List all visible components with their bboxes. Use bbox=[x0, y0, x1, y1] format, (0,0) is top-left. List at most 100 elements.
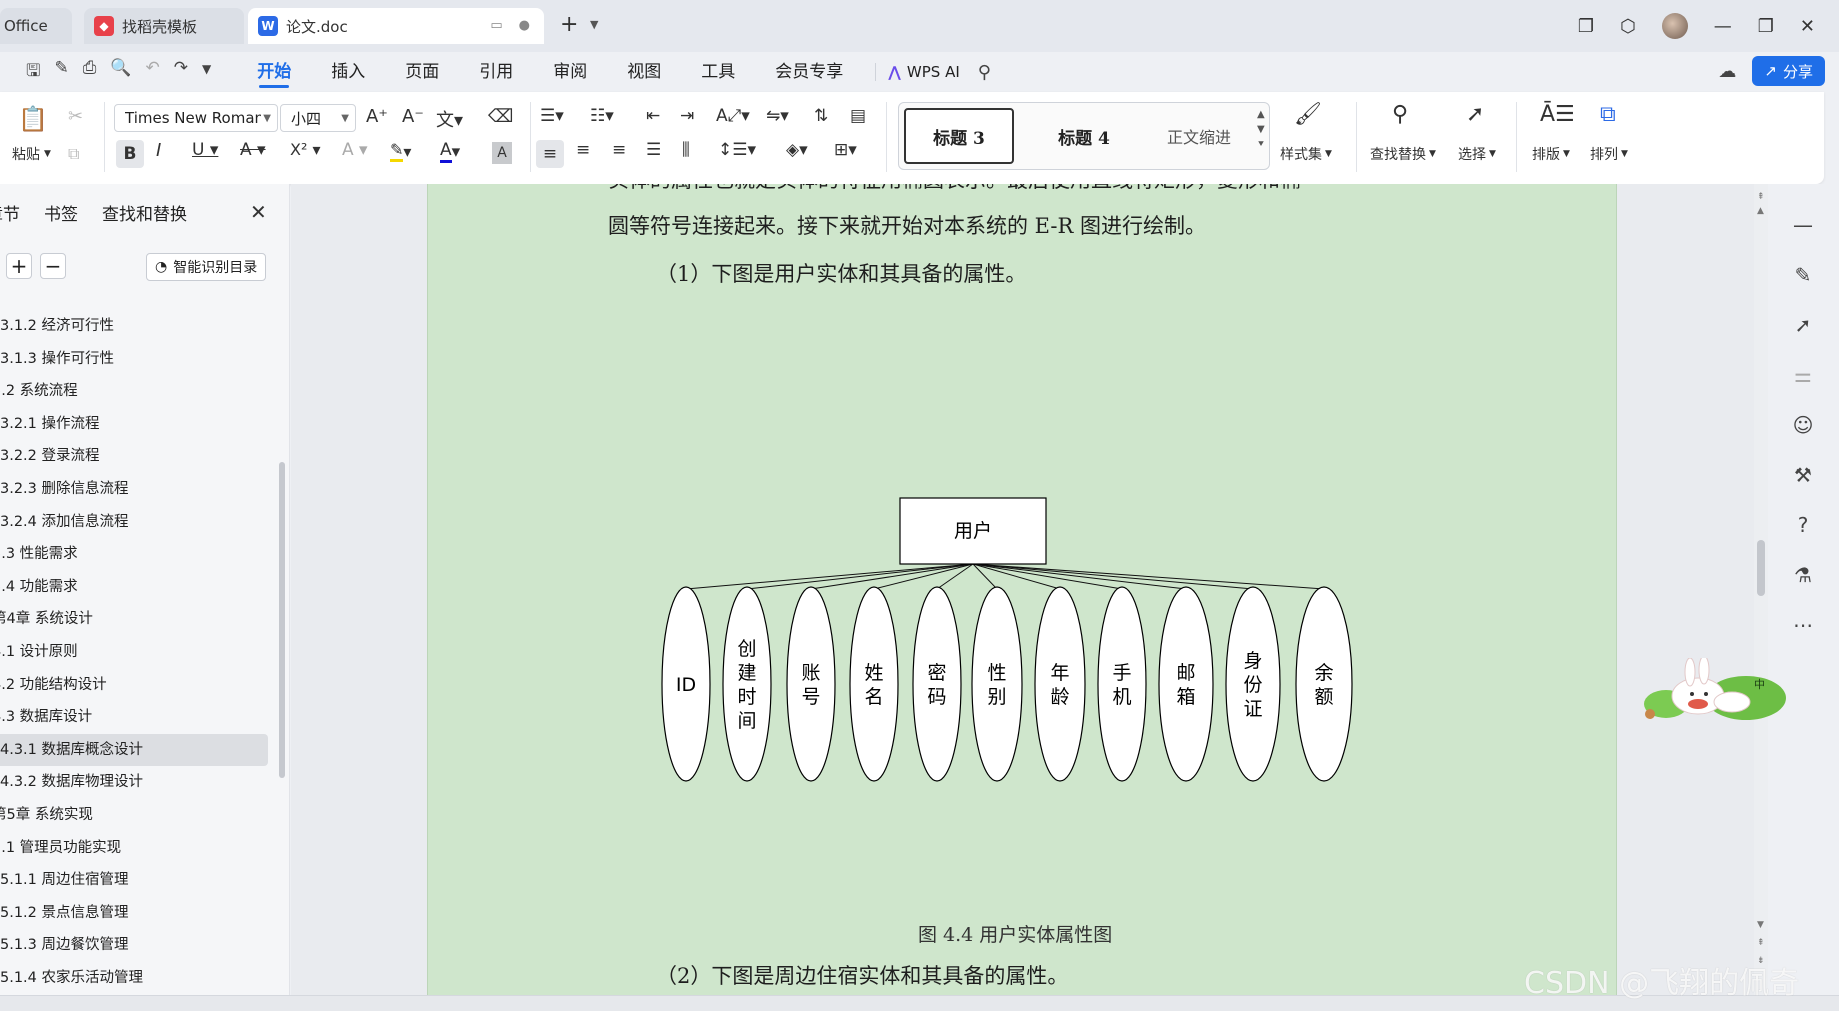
arrange-text-icon[interactable]: Ā☰ bbox=[1540, 102, 1575, 127]
style-heading-3[interactable]: 标题 3 bbox=[904, 108, 1014, 164]
window-layout-icon[interactable]: ❐ bbox=[1578, 16, 1594, 37]
clear-format-icon[interactable]: ⌫ bbox=[488, 106, 513, 127]
find-icon[interactable]: ⚲ bbox=[1392, 102, 1408, 127]
justify-button[interactable]: ☰ bbox=[646, 140, 661, 160]
more-icon[interactable]: ⋯ bbox=[1790, 600, 1816, 650]
close-icon[interactable]: ✕ bbox=[1800, 16, 1815, 37]
toc-item[interactable]: 3.2.4 添加信息流程 bbox=[0, 506, 282, 539]
toc-item[interactable]: 3.2 系统流程 bbox=[0, 375, 282, 408]
qa-more-icon[interactable]: ▼ bbox=[202, 58, 211, 87]
grow-font-icon[interactable]: A⁺ bbox=[366, 106, 388, 127]
avatar[interactable] bbox=[1661, 13, 1688, 39]
toc-item[interactable]: 4.3.1 数据库概念设计 bbox=[0, 733, 268, 767]
expand-all-button[interactable]: + bbox=[6, 253, 32, 279]
highlight-color-icon[interactable]: ✎ ▾ bbox=[390, 140, 411, 162]
tab-office[interactable]: Office bbox=[0, 8, 72, 44]
search-icon[interactable]: ⚲ bbox=[978, 62, 991, 83]
format-painter-icon[interactable]: ✎ bbox=[54, 58, 68, 87]
menu-review[interactable]: 审阅 bbox=[533, 52, 607, 92]
toc-item[interactable]: 5.1.1 周边住宿管理 bbox=[0, 864, 282, 897]
text-direction-icon[interactable]: A⤢▾ bbox=[716, 106, 750, 126]
menu-page[interactable]: 页面 bbox=[385, 52, 459, 92]
decrease-indent-icon[interactable]: ⇤ bbox=[646, 106, 660, 126]
cut-icon[interactable]: ✂ bbox=[68, 106, 83, 127]
vertical-scrollbar[interactable]: ⇞ ▲ ▼ ⇞ ⇟ bbox=[1754, 184, 1768, 995]
menu-tools[interactable]: 工具 bbox=[681, 52, 755, 92]
wps-ai-button[interactable]: ⋀ WPS AI bbox=[875, 63, 960, 81]
help-icon[interactable]: ? bbox=[1790, 500, 1816, 550]
bold-button[interactable]: B bbox=[116, 140, 144, 168]
swap-icon[interactable]: ⇋▾ bbox=[766, 106, 789, 126]
styles-down-icon[interactable]: ▼ bbox=[1257, 124, 1265, 135]
tab-bookmarks[interactable]: 书签 bbox=[44, 200, 78, 225]
increase-indent-icon[interactable]: ⇥ bbox=[680, 106, 694, 126]
pointer-icon[interactable]: ➚ bbox=[1790, 300, 1816, 350]
tab-document[interactable]: W 论文.doc ▭ ● bbox=[248, 8, 544, 44]
tools-icon[interactable]: ⚒ bbox=[1790, 450, 1816, 500]
tab-find-replace[interactable]: 查找和替换 bbox=[102, 200, 187, 225]
font-size-select[interactable]: 小四 ▼ bbox=[280, 104, 356, 132]
toc-item[interactable]: 4.3 数据库设计 bbox=[0, 701, 282, 734]
menu-insert[interactable]: 插入 bbox=[311, 52, 385, 92]
styles-up-icon[interactable]: ▲ bbox=[1257, 109, 1265, 120]
toc-item[interactable]: 3.2.2 登录流程 bbox=[0, 440, 282, 473]
undo-icon[interactable]: ↶ bbox=[146, 58, 160, 87]
underline-button[interactable]: U ▾ bbox=[192, 140, 218, 160]
find-replace-button[interactable]: 查找替换 ▼ bbox=[1370, 144, 1436, 164]
line-spacing-icon[interactable]: ↕☰▾ bbox=[718, 140, 756, 160]
toc-item[interactable]: 3.2.1 操作流程 bbox=[0, 408, 282, 441]
sort-icon[interactable]: ⇅ bbox=[814, 106, 828, 126]
toc-item[interactable]: 3.1.3 操作可行性 bbox=[0, 343, 282, 376]
collapse-sidebar-icon[interactable]: — bbox=[1790, 200, 1816, 250]
tab-template[interactable]: ◆ 找稻壳模板 bbox=[84, 8, 244, 44]
strikethrough-button[interactable]: A ▾ bbox=[240, 140, 266, 160]
char-shading-icon[interactable]: A bbox=[492, 142, 512, 164]
shading-icon[interactable]: ◈▾ bbox=[786, 140, 808, 160]
tab-chapters[interactable]: 章节 bbox=[0, 200, 20, 225]
scroll-down-arrow-icon[interactable]: ▼ bbox=[1757, 920, 1764, 930]
menu-references[interactable]: 引用 bbox=[459, 52, 533, 92]
scroll-up-arrow-icon[interactable]: ▲ bbox=[1757, 206, 1764, 216]
font-color-icon[interactable]: A ▾ bbox=[440, 140, 460, 163]
style-heading-4[interactable]: 标题 4 bbox=[1029, 108, 1139, 164]
pen-edit-icon[interactable]: ✎ bbox=[1790, 250, 1816, 300]
paste-button[interactable]: 粘贴 ▼ bbox=[12, 144, 51, 164]
scroll-up-icon[interactable]: ⇞ bbox=[1757, 192, 1765, 202]
font-name-select[interactable]: Times New Roman ▼ bbox=[114, 104, 278, 132]
scroll-thumb[interactable] bbox=[1757, 540, 1765, 596]
ai-face-icon[interactable]: ☺ bbox=[1790, 400, 1816, 450]
cloud-icon[interactable]: ☁ bbox=[1718, 61, 1736, 82]
monitor-icon[interactable]: ▭ bbox=[490, 18, 502, 33]
toc-item[interactable]: 第4章 系统设计 bbox=[0, 603, 282, 636]
document-canvas[interactable]: 实体的属性也就是实体的特征用椭圆表示。最后使用直线将矩形，菱形和椭 圆等符号连接… bbox=[291, 184, 1754, 995]
menu-member[interactable]: 会员专享 bbox=[755, 52, 863, 92]
text-effect-icon[interactable]: A ▾ bbox=[342, 140, 368, 160]
collapse-all-button[interactable]: − bbox=[40, 253, 66, 279]
toc-item[interactable]: 4.1 设计原则 bbox=[0, 636, 282, 669]
print-preview-icon[interactable]: 🔍 bbox=[110, 58, 131, 87]
select-button[interactable]: 选择 ▼ bbox=[1458, 144, 1496, 164]
adjust-sliders-icon[interactable]: ⚌ bbox=[1790, 350, 1816, 400]
align-left-button[interactable]: ≡ bbox=[536, 140, 564, 168]
ruler-icon[interactable]: ▤ bbox=[850, 106, 866, 126]
print-icon[interactable]: ⎙ bbox=[83, 58, 97, 87]
restore-icon[interactable]: ❐ bbox=[1758, 16, 1774, 37]
smart-toc-button[interactable]: ◔ 智能识别目录 bbox=[146, 253, 267, 281]
toc-item[interactable]: 3.2.3 删除信息流程 bbox=[0, 473, 282, 506]
italic-button[interactable]: I bbox=[156, 140, 161, 161]
arrange-button[interactable]: 排列 ▼ bbox=[1590, 144, 1628, 164]
close-panel-icon[interactable]: ✕ bbox=[250, 200, 267, 224]
cube-icon[interactable]: ⬡ bbox=[1620, 16, 1636, 37]
share-button[interactable]: ↗ 分享 bbox=[1752, 56, 1825, 86]
align-center-button[interactable]: ≡ bbox=[576, 140, 590, 160]
toc-item[interactable]: 5.1 管理员功能实现 bbox=[0, 832, 282, 865]
prev-page-icon[interactable]: ⇞ bbox=[1757, 938, 1765, 948]
chevron-down-icon[interactable]: ▼ bbox=[590, 18, 598, 31]
numbered-list-icon[interactable]: ☷▾ bbox=[590, 106, 614, 126]
redo-icon[interactable]: ↷ bbox=[174, 58, 188, 87]
distribute-button[interactable]: ⫼ bbox=[682, 140, 690, 160]
borders-icon[interactable]: ⊞▾ bbox=[834, 140, 857, 160]
bullet-list-icon[interactable]: ☰▾ bbox=[540, 106, 564, 126]
styles-expand-icon[interactable]: ⯆ bbox=[1257, 139, 1265, 150]
toc-item[interactable]: 3.1.2 经济可行性 bbox=[0, 310, 282, 343]
